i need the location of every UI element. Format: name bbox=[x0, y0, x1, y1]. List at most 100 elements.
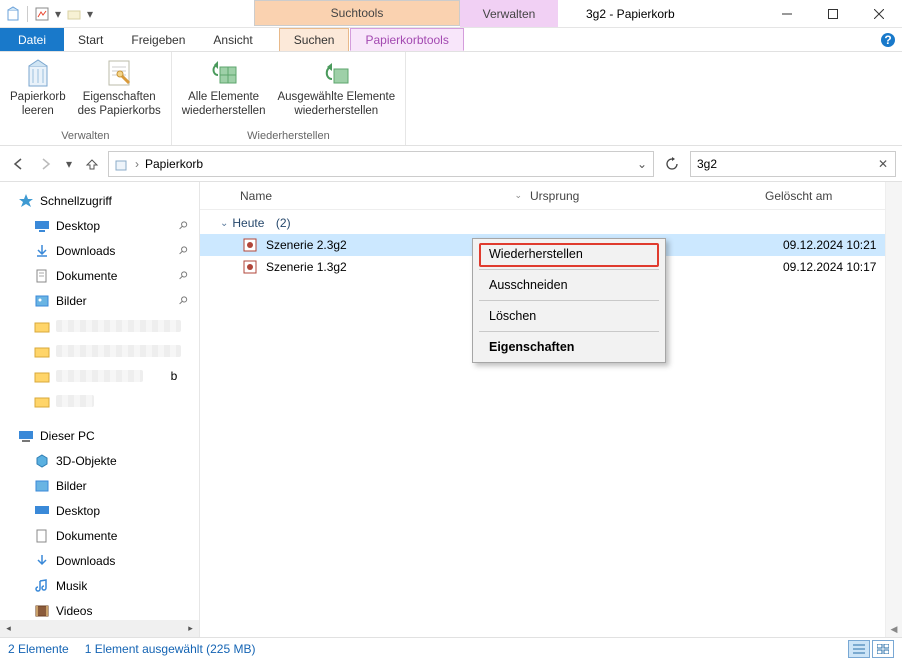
help-icon[interactable]: ? bbox=[874, 28, 902, 51]
clear-search-icon[interactable]: ✕ bbox=[871, 157, 895, 171]
maximize-button[interactable] bbox=[810, 0, 856, 27]
context-menu-delete[interactable]: Löschen bbox=[475, 303, 663, 329]
documents-icon bbox=[34, 528, 50, 544]
close-button[interactable] bbox=[856, 0, 902, 27]
documents-icon bbox=[34, 268, 50, 284]
ribbon-group-label-restore: Wiederherstellen bbox=[172, 128, 405, 145]
tab-search[interactable]: Suchen bbox=[279, 28, 350, 51]
context-menu-properties[interactable]: Eigenschaften bbox=[475, 334, 663, 360]
folder-icon bbox=[34, 393, 50, 409]
properties-sheet-icon bbox=[103, 57, 135, 89]
view-thumbnails-button[interactable] bbox=[872, 640, 894, 658]
ribbon-group-manage: Papierkorbleeren Eigenschaftendes Papier… bbox=[0, 52, 172, 145]
tab-share[interactable]: Freigeben bbox=[117, 28, 199, 51]
window-title: 3g2 - Papierkorb bbox=[558, 0, 764, 27]
downloads-icon bbox=[34, 553, 50, 569]
breadcrumb-location[interactable]: Papierkorb bbox=[143, 157, 203, 171]
new-folder-icon[interactable] bbox=[65, 5, 83, 23]
star-icon bbox=[18, 193, 34, 209]
sort-indicator-icon: ⌄ bbox=[514, 190, 522, 201]
status-item-count: 2 Elemente bbox=[8, 642, 69, 656]
search-input[interactable] bbox=[691, 157, 871, 171]
folder-icon bbox=[34, 368, 50, 384]
navpane-scrollbar[interactable]: ◂▸ bbox=[0, 620, 199, 637]
nav-hidden-4[interactable] bbox=[0, 388, 199, 413]
recycle-bin-properties-button[interactable]: Eigenschaftendes Papierkorbs bbox=[72, 55, 167, 121]
nav-downloads-2[interactable]: Downloads bbox=[0, 548, 199, 573]
scroll-left-icon[interactable]: ◀ bbox=[891, 622, 898, 637]
pc-icon bbox=[18, 428, 34, 444]
address-bar[interactable]: › Papierkorb ⌄ bbox=[108, 151, 654, 177]
title-bar: ▾ ▾ Suchtools Verwalten 3g2 - Papierkorb bbox=[0, 0, 902, 28]
nav-downloads[interactable]: Downloads⚲ bbox=[0, 238, 199, 263]
file-icon bbox=[242, 237, 258, 253]
context-menu-restore[interactable]: Wiederherstellen bbox=[475, 241, 663, 267]
column-name[interactable]: Name⌄ bbox=[240, 189, 530, 203]
content-area: Name⌄ Ursprung Gelöscht am ⌄ Heute (2) S… bbox=[200, 182, 885, 637]
back-button[interactable] bbox=[6, 152, 30, 176]
nav-3d-objects[interactable]: 3D-Objekte bbox=[0, 448, 199, 473]
up-button[interactable] bbox=[80, 152, 104, 176]
folder-icon bbox=[34, 318, 50, 334]
undo-dropdown[interactable]: ▾ bbox=[53, 6, 63, 22]
pin-icon: ⚲ bbox=[176, 243, 191, 258]
nav-pictures[interactable]: Bilder⚲ bbox=[0, 288, 199, 313]
tab-view[interactable]: Ansicht bbox=[199, 28, 266, 51]
tab-file[interactable]: Datei bbox=[0, 28, 64, 51]
nav-music[interactable]: Musik bbox=[0, 573, 199, 598]
status-bar: 2 Elemente 1 Element ausgewählt (225 MB) bbox=[0, 637, 902, 659]
content-scrollbar[interactable]: ◀ bbox=[885, 182, 902, 637]
forward-button[interactable] bbox=[34, 152, 58, 176]
nav-desktop[interactable]: Desktop⚲ bbox=[0, 213, 199, 238]
ribbon-group-restore: Alle Elementewiederherstellen Ausgewählt… bbox=[172, 52, 406, 145]
navigation-bar: ▾ › Papierkorb ⌄ ✕ bbox=[0, 146, 902, 182]
tab-start[interactable]: Start bbox=[64, 28, 117, 51]
address-dropdown[interactable]: ⌄ bbox=[633, 157, 651, 171]
ribbon-group-label-manage: Verwalten bbox=[0, 128, 171, 145]
pictures-icon bbox=[34, 478, 50, 494]
context-tab-manage[interactable]: Verwalten bbox=[460, 0, 558, 27]
nav-hidden-1[interactable] bbox=[0, 313, 199, 338]
restore-all-button[interactable]: Alle Elementewiederherstellen bbox=[176, 55, 272, 121]
nav-this-pc[interactable]: Dieser PC bbox=[0, 423, 199, 448]
status-selection: 1 Element ausgewählt (225 MB) bbox=[85, 642, 256, 656]
svg-text:?: ? bbox=[884, 33, 891, 47]
view-details-button[interactable] bbox=[848, 640, 870, 658]
quick-access-toolbar: ▾ ▾ bbox=[0, 0, 99, 27]
restore-selected-button[interactable]: Ausgewählte Elementewiederherstellen bbox=[271, 55, 401, 121]
group-header-today[interactable]: ⌄ Heute (2) bbox=[200, 210, 885, 234]
location-icon bbox=[111, 154, 131, 174]
desktop-icon bbox=[34, 503, 50, 519]
breadcrumb-separator[interactable]: › bbox=[131, 157, 143, 171]
videos-icon bbox=[34, 603, 50, 619]
nav-hidden-2[interactable] bbox=[0, 338, 199, 363]
minimize-button[interactable] bbox=[764, 0, 810, 27]
nav-quick-access[interactable]: Schnellzugriff bbox=[0, 188, 199, 213]
qat-customize-dropdown[interactable]: ▾ bbox=[85, 6, 95, 22]
empty-recycle-bin-button[interactable]: Papierkorbleeren bbox=[4, 55, 72, 121]
music-icon bbox=[34, 578, 50, 594]
context-tab-search[interactable]: Suchtools bbox=[254, 0, 460, 26]
context-menu: Wiederherstellen Ausschneiden Löschen Ei… bbox=[472, 238, 666, 363]
tab-recycle-tools[interactable]: Papierkorbtools bbox=[350, 28, 463, 51]
3d-objects-icon bbox=[34, 453, 50, 469]
properties-icon[interactable] bbox=[33, 5, 51, 23]
nav-desktop-2[interactable]: Desktop bbox=[0, 498, 199, 523]
chevron-down-icon: ⌄ bbox=[220, 218, 228, 229]
nav-documents[interactable]: Dokumente⚲ bbox=[0, 263, 199, 288]
history-dropdown[interactable]: ▾ bbox=[62, 152, 76, 176]
pin-icon: ⚲ bbox=[176, 293, 191, 308]
recycle-bin-icon[interactable] bbox=[4, 5, 22, 23]
column-origin[interactable]: Ursprung bbox=[530, 189, 765, 203]
column-deleted[interactable]: Gelöscht am bbox=[765, 189, 885, 203]
ribbon-tabs: Datei Start Freigeben Ansicht Suchen Pap… bbox=[0, 28, 902, 52]
empty-bin-icon bbox=[22, 57, 54, 89]
nav-pictures-2[interactable]: Bilder bbox=[0, 473, 199, 498]
folder-icon bbox=[34, 343, 50, 359]
search-box[interactable]: ✕ bbox=[690, 151, 896, 177]
pin-icon: ⚲ bbox=[176, 268, 191, 283]
nav-documents-2[interactable]: Dokumente bbox=[0, 523, 199, 548]
nav-hidden-3[interactable]: b bbox=[0, 363, 199, 388]
context-menu-cut[interactable]: Ausschneiden bbox=[475, 272, 663, 298]
refresh-button[interactable] bbox=[658, 151, 686, 177]
